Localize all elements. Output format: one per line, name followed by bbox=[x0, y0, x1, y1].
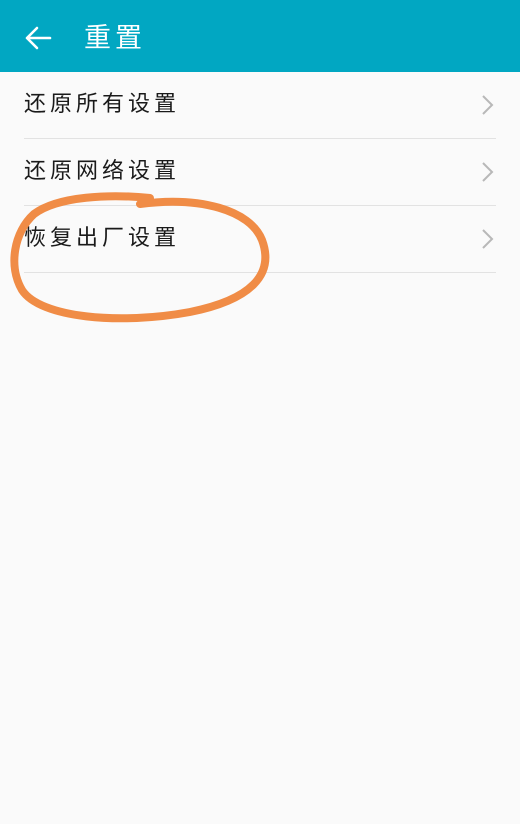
chevron-right-icon bbox=[482, 162, 494, 182]
back-button[interactable] bbox=[18, 18, 58, 58]
reset-settings-screen: 重置 还原所有设置 还原网络设置 恢复出厂设置 bbox=[0, 0, 520, 824]
app-bar: 重置 bbox=[0, 0, 520, 72]
settings-list: 还原所有设置 还原网络设置 恢复出厂设置 bbox=[0, 72, 520, 273]
chevron-right-icon bbox=[482, 229, 494, 249]
back-arrow-icon bbox=[25, 26, 52, 50]
list-item-factory-reset[interactable]: 恢复出厂设置 bbox=[24, 206, 496, 273]
list-item-label: 还原网络设置 bbox=[24, 159, 181, 184]
list-item-reset-network-settings[interactable]: 还原网络设置 bbox=[24, 139, 496, 206]
list-item-label: 恢复出厂设置 bbox=[24, 226, 181, 251]
chevron-right-icon bbox=[482, 95, 494, 115]
page-title: 重置 bbox=[84, 23, 146, 54]
list-item-reset-all-settings[interactable]: 还原所有设置 bbox=[24, 72, 496, 139]
list-item-label: 还原所有设置 bbox=[24, 92, 181, 117]
